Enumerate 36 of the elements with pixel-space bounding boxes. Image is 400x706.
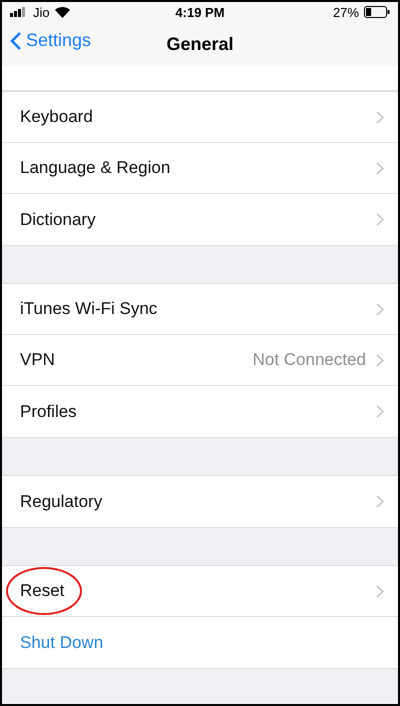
back-icon bbox=[10, 30, 22, 50]
row-detail: Not Connected bbox=[252, 350, 366, 370]
chevron-icon bbox=[376, 213, 384, 226]
carrier-name: Jio bbox=[33, 4, 50, 20]
row-label: Regulatory bbox=[20, 492, 104, 512]
settings-row[interactable]: Keyboard bbox=[2, 92, 398, 143]
row-label: iTunes Wi-Fi Sync bbox=[20, 299, 158, 319]
row-label: Profiles bbox=[20, 402, 78, 422]
chevron-icon bbox=[376, 495, 384, 508]
battery-icon bbox=[364, 6, 390, 18]
settings-row[interactable]: Regulatory bbox=[2, 476, 398, 527]
status-time: 4:19 PM bbox=[175, 4, 225, 20]
chevron-icon bbox=[376, 302, 384, 316]
wifi-icon bbox=[54, 6, 70, 18]
signal-icon bbox=[10, 7, 28, 17]
chevron-icon bbox=[376, 110, 384, 124]
chevron-icon bbox=[376, 405, 384, 418]
settings-row[interactable]: Shut Down bbox=[2, 617, 398, 668]
settings-row[interactable]: Profiles bbox=[2, 386, 398, 437]
row-label: Reset bbox=[20, 581, 66, 601]
row-label: Shut Down bbox=[20, 632, 104, 652]
row-label: Dictionary bbox=[20, 210, 97, 230]
chevron-icon bbox=[376, 162, 384, 174]
row-label: VPN bbox=[20, 350, 56, 370]
page-title: General bbox=[166, 34, 234, 54]
back-button[interactable]: Settings bbox=[10, 30, 92, 51]
settings-row[interactable]: Reset bbox=[2, 566, 398, 617]
chevron-icon bbox=[376, 584, 384, 598]
settings-row[interactable]: VPN Not Connected bbox=[2, 335, 398, 386]
row-label: Keyboard bbox=[20, 107, 94, 127]
settings-row[interactable]: Dictionary bbox=[2, 194, 398, 245]
settings-row[interactable]: Language & Region bbox=[2, 143, 398, 194]
chevron-icon bbox=[376, 354, 384, 366]
row-label: Language & Region bbox=[20, 158, 172, 178]
settings-row[interactable]: iTunes Wi-Fi Sync bbox=[2, 284, 398, 335]
battery-percent: 27% bbox=[332, 4, 359, 20]
